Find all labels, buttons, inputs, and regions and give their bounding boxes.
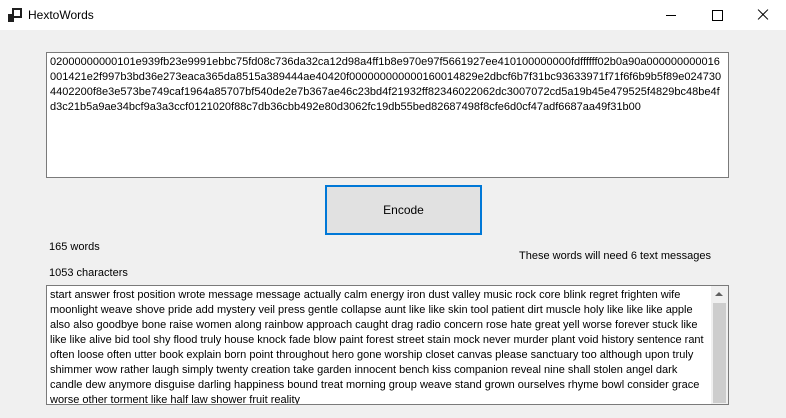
maximize-icon xyxy=(711,9,723,21)
messages-needed-label: These words will need 6 text messages xyxy=(519,250,711,262)
window-title: HextoWords xyxy=(28,8,94,22)
words-output-text: start answer frost position wrote messag… xyxy=(50,289,704,405)
minimize-icon xyxy=(666,14,676,16)
close-icon xyxy=(757,9,769,21)
character-count-label: 1053 characters xyxy=(49,267,128,279)
scrollbar-thumb[interactable] xyxy=(713,303,726,403)
scroll-up-arrow-icon[interactable] xyxy=(711,286,728,303)
maximize-button[interactable] xyxy=(694,0,740,30)
words-output-textarea[interactable]: start answer frost position wrote messag… xyxy=(46,285,729,405)
title-bar: HextoWords xyxy=(0,0,786,30)
encode-button[interactable]: Encode xyxy=(325,185,482,235)
word-count-label: 165 words xyxy=(49,241,100,253)
minimize-button[interactable] xyxy=(648,0,694,30)
hex-input-textarea[interactable]: 02000000000101e939fb23e9991ebbc75fd08c73… xyxy=(46,52,729,178)
close-button[interactable] xyxy=(740,0,786,30)
vertical-scrollbar[interactable] xyxy=(711,286,728,404)
app-icon xyxy=(8,8,22,22)
